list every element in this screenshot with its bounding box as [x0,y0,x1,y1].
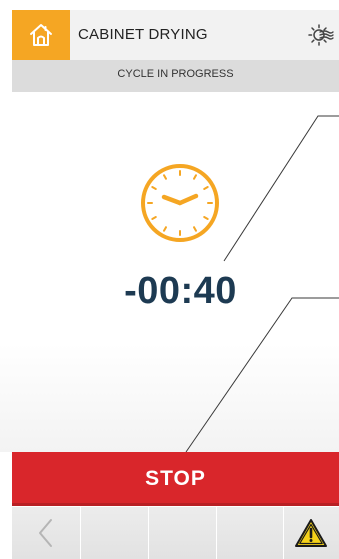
app-screen: CABINET DRYING CYCLE IN PROGRESS -00:40 … [0,0,339,559]
home-button[interactable] [12,10,70,60]
header-bar: CABINET DRYING [12,10,339,60]
drying-fan-icon [308,24,334,46]
back-button[interactable] [12,507,80,559]
bottom-nav [12,507,339,559]
page-title: CABINET DRYING [78,26,208,43]
cycle-status-bar: CYCLE IN PROGRESS [12,60,339,92]
nav-slot-2 [148,507,216,559]
stop-button[interactable]: STOP [12,452,339,506]
nav-slot-1 [80,507,148,559]
chevron-left-icon [39,519,52,547]
countdown-timer: -00:40 [124,270,237,312]
clock-icon [141,164,219,242]
warning-icon [295,519,327,547]
home-icon [30,24,52,46]
warning-button[interactable] [283,507,339,559]
nav-slot-3 [216,507,283,559]
drying-mode-indicator [303,10,339,60]
